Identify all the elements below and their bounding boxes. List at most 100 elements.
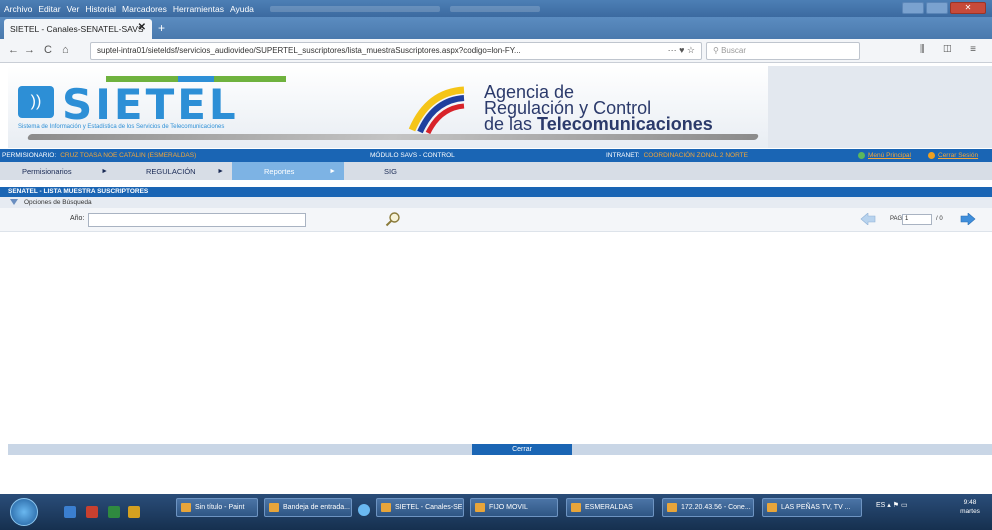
logout-icon [928, 152, 935, 159]
close-button[interactable]: Cerrar [472, 444, 572, 455]
agency-line-3-bold: Telecomunicaciones [537, 114, 713, 134]
forward-icon[interactable]: → [24, 44, 35, 56]
tab-strip: SIETEL - Canales-SENATEL-SAVS ✕ + [0, 17, 992, 39]
signal-icon: )) [18, 86, 54, 118]
search-icon: ⚲ [713, 46, 722, 55]
toolbar-icons[interactable]: ⫼ ◫ ≡ [920, 44, 984, 55]
submenu-arrow-icon: ► [101, 167, 108, 175]
app-icon[interactable] [128, 506, 140, 518]
menu-permisionarios-label: Permisionarios [22, 166, 72, 176]
blurred-title [269, 5, 440, 12]
year-input[interactable] [88, 213, 306, 227]
menu-marcadores[interactable]: Marcadores [122, 4, 167, 14]
logo-text: SIETEL [62, 80, 239, 129]
agency-emblem-icon [408, 86, 465, 134]
clock-time: 9:48 [963, 499, 977, 506]
search-options-label: Opciones de Búsqueda [24, 199, 92, 206]
main-menu: Permisionarios ► REGULACIÓN ► Reportes ► SI… [0, 162, 992, 180]
app-icon[interactable] [86, 506, 98, 518]
home-icon[interactable]: ⌂ [62, 44, 69, 56]
web-page: )) SIETEL Sistema de Información y Estad… [0, 63, 992, 494]
submenu-arrow-icon: ► [217, 167, 224, 175]
new-tab-button[interactable]: + [158, 21, 165, 35]
taskbar-item-fijo-movil[interactable]: FIJO MOVIL [470, 498, 558, 517]
menu-principal-label: Menú Principal [868, 152, 911, 160]
intranet-info: INTRANET: COORDINACIÓN ZONAL 2 NORTE [606, 152, 748, 159]
browser-menubar: Archivo Editar Ver Historial Marcadores … [0, 0, 992, 17]
menu-permisionarios[interactable]: Permisionarios ► [0, 162, 116, 180]
intranet-label: INTRANET: [606, 152, 640, 159]
taskbar-item-esmeraldas[interactable]: ESMERALDAS [566, 498, 654, 517]
taskbar-item-remote[interactable]: 172.20.43.56 - Cone... [662, 498, 754, 517]
menu-archivo[interactable]: Archivo [4, 4, 32, 14]
clock-day: martes [960, 508, 980, 515]
tab-close-icon[interactable]: ✕ [138, 22, 146, 33]
menu-reportes[interactable]: Reportes ► [232, 162, 344, 180]
menu-principal-link[interactable]: Menú Principal [858, 152, 911, 159]
taskbar-item-las-penas[interactable]: LAS PEÑAS TV, TV ... [762, 498, 862, 517]
window-close-button[interactable]: ✕ [950, 2, 986, 14]
minimize-button[interactable] [902, 2, 924, 14]
reload-icon[interactable]: C [44, 44, 52, 56]
system-tray: ES ▴ ⚑ ▭ [876, 501, 908, 509]
search-form: Año: PAG. 1 / 0 [0, 208, 992, 232]
menu-reportes-label: Reportes [264, 166, 295, 176]
maximize-button[interactable] [926, 2, 948, 14]
blurred-title [449, 5, 540, 12]
submenu-arrow-icon: ► [329, 167, 336, 175]
url-actions-icon[interactable]: ··· ♥ ☆ [668, 45, 695, 56]
banner-side-panel [768, 66, 992, 148]
intranet-value: COORDINACIÓN ZONAL 2 NORTE [643, 152, 748, 159]
year-label: Año: [70, 215, 85, 222]
previous-page-icon[interactable] [860, 213, 876, 225]
menu-historial[interactable]: Historial [85, 4, 116, 14]
taskbar-item-mail[interactable]: Bandeja de entrada... [264, 498, 352, 517]
home-icon [858, 152, 865, 159]
agency-name: Agencia de Regulación y Control de las T… [484, 83, 713, 134]
banner-swoosh [26, 134, 760, 140]
menu-regulacion-label: REGULACIÓN [146, 166, 196, 176]
taskbar-item-paint[interactable]: Sin título - Paint [176, 498, 258, 517]
menu-editar[interactable]: Editar [38, 4, 60, 14]
page-title: SENATEL - LISTA MUESTRA SUSCRIPTORES [0, 187, 992, 197]
module-label: MÓDULO SAVS - CONTROL [370, 152, 455, 159]
page-total: / 0 [936, 216, 943, 222]
search-placeholder: Buscar [721, 46, 746, 55]
browser-icon[interactable] [358, 504, 370, 516]
clock[interactable]: 9:48 martes [950, 498, 990, 516]
site-banner: )) SIETEL Sistema de Información y Estad… [8, 66, 768, 148]
app-icon[interactable] [108, 506, 120, 518]
window-controls: ✕ [902, 2, 986, 14]
agency-logo: Agencia de Regulación y Control de las T… [408, 82, 768, 138]
logo-subtitle: Sistema de Información y Estadística de … [18, 124, 225, 130]
cerrar-sesion-link[interactable]: Cerrar Sesión [928, 152, 978, 159]
menu-ayuda[interactable]: Ayuda [230, 4, 254, 14]
form-footer: Cerrar [8, 444, 992, 455]
next-page-icon[interactable] [960, 213, 976, 225]
navigation-bar: ← → C ⌂ suptel-intra01/sieteldsf/servici… [0, 39, 992, 63]
agency-line-3-prefix: de las [484, 114, 538, 134]
permisionario-value: CRUZ TOASA NOE CATALIN (ESMERALDAS) [60, 152, 197, 159]
taskbar-item-sietel[interactable]: SIETEL - Canales-SE... [376, 498, 464, 517]
search-options-toggle[interactable]: Opciones de Búsqueda [0, 197, 992, 208]
tray-icons[interactable]: ▴ ⚑ ▭ [887, 502, 907, 509]
start-button[interactable] [10, 498, 38, 526]
url-bar[interactable]: suptel-intra01/sieteldsf/servicios_audio… [90, 42, 702, 60]
menu-ver[interactable]: Ver [67, 4, 80, 14]
permisionario-label: PERMISIONARIO: [2, 152, 57, 159]
menu-regulacion[interactable]: REGULACIÓN ► [116, 162, 232, 180]
tab-title: SIETEL - Canales-SENATEL-SAVS [10, 24, 144, 34]
permisionario-info: PERMISIONARIO: CRUZ TOASA NOE CATALIN (ES… [2, 152, 196, 159]
browser-tab[interactable]: SIETEL - Canales-SENATEL-SAVS ✕ [4, 19, 152, 39]
language-indicator[interactable]: ES [876, 502, 885, 509]
menu-sig-label: SIG [384, 166, 397, 176]
ie-icon[interactable] [64, 506, 76, 518]
filter-icon [10, 199, 18, 205]
search-input[interactable]: ⚲ Buscar [706, 42, 860, 60]
page-number-input[interactable]: 1 [902, 214, 932, 225]
back-icon[interactable]: ← [8, 44, 19, 56]
menu-herramientas[interactable]: Herramientas [173, 4, 224, 14]
search-icon[interactable] [385, 211, 401, 227]
agency-line-3: de las Telecomunicaciones [484, 114, 713, 134]
menu-sig[interactable]: SIG [344, 162, 444, 180]
